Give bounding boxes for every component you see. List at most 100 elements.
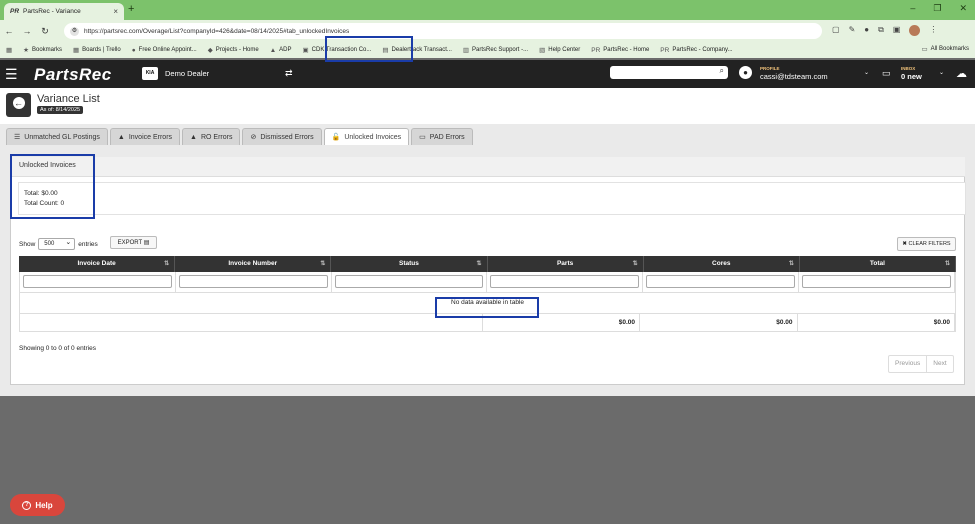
- avatar[interactable]: [909, 25, 921, 36]
- next-button[interactable]: Next: [927, 356, 952, 372]
- url-text: https://partsrec.com/Overage/List?compan…: [84, 27, 350, 35]
- browser-toolbar: ← → ↻ ⚙ https://partsrec.com/Overage/Lis…: [0, 20, 975, 42]
- site-info-icon[interactable]: ⚙: [70, 26, 79, 36]
- extension-1-icon[interactable]: ▢: [832, 25, 840, 36]
- menu-dots-icon[interactable]: ⋮: [929, 25, 937, 36]
- tab-ro-errors[interactable]: ▲ RO Errors: [182, 128, 241, 145]
- chevron-down-icon[interactable]: ⌄: [939, 69, 944, 76]
- bookmark-icon: ▲: [269, 46, 277, 54]
- column-header-invoice-number[interactable]: Invoice Number ⇅: [175, 256, 332, 272]
- column-header-status[interactable]: Status ⇅: [331, 256, 488, 272]
- dealer-name[interactable]: Demo Dealer: [165, 69, 209, 78]
- column-header-parts[interactable]: Parts ⇅: [488, 256, 644, 272]
- bookmark-item[interactable]: ▧ Help Center: [539, 46, 580, 54]
- close-window-icon[interactable]: ✕: [959, 3, 967, 14]
- arrow-left-icon: ←: [12, 97, 25, 109]
- all-bookmarks[interactable]: ▭ All Bookmarks: [922, 45, 970, 53]
- bookmark-item[interactable]: ▦ Boards | Trello: [73, 46, 121, 54]
- unlock-icon: 🔓: [331, 134, 341, 141]
- switch-dealer-icon[interactable]: ⇄: [285, 68, 293, 79]
- browser-tab-bar: PR PartsRec - Variance × + – ❐ ✕: [0, 0, 975, 20]
- hamburger-menu-icon[interactable]: ☰: [5, 67, 18, 81]
- bookmark-item[interactable]: PR PartsRec - Home: [591, 47, 649, 54]
- dealer-logo: KIA: [142, 67, 158, 80]
- sort-icon: ⇅: [945, 261, 951, 267]
- pen-icon[interactable]: ✎: [849, 25, 856, 36]
- filter-parts-input[interactable]: [490, 275, 640, 288]
- sort-icon: ⇅: [320, 261, 326, 267]
- empty-table-message: No data available in table: [19, 293, 956, 314]
- inbox-count[interactable]: 0 new: [901, 72, 922, 81]
- total-cores: $0.00: [640, 314, 798, 331]
- table-header: Invoice Date ⇅ Invoice Number ⇅ Status ⇅ Pa…: [19, 256, 957, 272]
- sort-icon: ⇅: [164, 261, 170, 267]
- forward-arrow-icon[interactable]: →: [18, 26, 36, 36]
- totals-spacer: [20, 314, 483, 331]
- search-input[interactable]: ⌕: [610, 66, 728, 79]
- filter-invoice-number-input[interactable]: [178, 275, 328, 288]
- extension-2-icon[interactable]: ●: [864, 25, 869, 36]
- column-header-invoice-date[interactable]: Invoice Date ⇅: [19, 256, 176, 272]
- apps-icon[interactable]: ▦: [6, 46, 12, 54]
- address-bar[interactable]: ⚙ https://partsrec.com/Overage/List?comp…: [64, 23, 822, 39]
- tab-dismissed-errors[interactable]: ⊘ Dismissed Errors: [242, 128, 322, 145]
- window-controls: – ❐ ✕: [910, 3, 967, 14]
- bookmark-icon: PR: [591, 46, 601, 54]
- column-header-cores[interactable]: Cores ⇅: [644, 256, 800, 272]
- bookmark-icon: ◆: [207, 47, 213, 54]
- user-icon[interactable]: ●: [739, 66, 752, 79]
- app-logo[interactable]: PartsRec: [34, 65, 112, 85]
- sidepanel-icon[interactable]: ▣: [893, 25, 901, 36]
- bookmark-icon: ●: [131, 46, 136, 54]
- as-of-badge: As of: 8/14/2025: [37, 106, 84, 114]
- column-header-total[interactable]: Total ⇅: [800, 256, 957, 272]
- bookmark-icon: ▤: [382, 47, 389, 54]
- back-arrow-icon[interactable]: ←: [0, 26, 18, 36]
- sort-icon: ⇅: [632, 261, 638, 267]
- tab-pad-errors[interactable]: ▭ PAD Errors: [411, 128, 473, 145]
- reload-icon[interactable]: ↻: [36, 26, 54, 37]
- bookmark-item[interactable]: PR PartsRec - Company...: [660, 47, 732, 54]
- bookmark-item[interactable]: ◆ Projects - Home: [208, 46, 259, 54]
- bookmark-icon: PR: [660, 46, 670, 54]
- filter-invoice-date-input[interactable]: [23, 275, 172, 288]
- tab-unmatched-gl-postings[interactable]: ☰ Unmatched GL Postings: [6, 128, 108, 145]
- back-button[interactable]: ←: [6, 93, 31, 117]
- summary-box: [18, 182, 966, 215]
- tab-invoice-errors[interactable]: ▲ Invoice Errors: [109, 128, 181, 145]
- entries-select[interactable]: 500: [38, 237, 76, 250]
- cloud-upload-icon[interactable]: ☁: [956, 67, 967, 80]
- bookmark-item[interactable]: ▥ PartsRec Support -...: [463, 46, 528, 54]
- export-button[interactable]: EXPORT ▤: [110, 236, 157, 249]
- help-button[interactable]: ? Help: [10, 494, 65, 516]
- profile-email[interactable]: cassi@tdsteam.com: [760, 72, 828, 81]
- bookmark-item[interactable]: ▤ Dealertrack Transact...: [382, 46, 452, 54]
- total-total: $0.00: [798, 314, 955, 331]
- bookmark-item[interactable]: ★ Bookmarks: [23, 46, 62, 54]
- bookmark-icon: ▥: [462, 47, 470, 54]
- minimize-icon[interactable]: –: [910, 3, 915, 14]
- new-tab-icon[interactable]: +: [128, 3, 134, 15]
- inbox-icon[interactable]: ▭: [882, 68, 891, 79]
- previous-button[interactable]: Previous: [889, 356, 928, 372]
- extension-icons: ▢ ✎ ● ⧉ ▣ ⋮: [832, 25, 937, 36]
- search-icon[interactable]: ⌕: [720, 66, 724, 76]
- warning-icon: ▲: [117, 133, 125, 141]
- filter-status-input[interactable]: [334, 275, 484, 288]
- chevron-down-icon[interactable]: ⌄: [864, 69, 869, 76]
- clear-filters-button[interactable]: ✖ CLEAR FILTERS: [897, 237, 956, 251]
- browser-tab[interactable]: PR PartsRec - Variance ×: [4, 3, 124, 20]
- tab-unlocked-invoices[interactable]: 🔓 Unlocked Invoices: [323, 128, 410, 145]
- close-tab-icon[interactable]: ×: [113, 7, 118, 16]
- filter-cores-input[interactable]: [646, 275, 796, 288]
- file-icon: ▤: [143, 240, 150, 246]
- bookmark-icon: ▧: [539, 47, 546, 54]
- bookmark-item[interactable]: ▣ CDK Transaction Co...: [303, 46, 372, 54]
- puzzle-icon[interactable]: ⧉: [878, 25, 884, 36]
- browser-tab-title: PartsRec - Variance: [23, 8, 81, 15]
- bookmark-item[interactable]: ▲ ADP: [270, 47, 292, 54]
- bookmark-item[interactable]: ● Free Online Appoint...: [132, 47, 197, 54]
- restore-icon[interactable]: ❐: [933, 3, 941, 14]
- filter-total-input[interactable]: [802, 275, 951, 288]
- bookmarks-bar: ▦ ★ Bookmarks ▦ Boards | Trello ● Free Onli…: [0, 42, 975, 58]
